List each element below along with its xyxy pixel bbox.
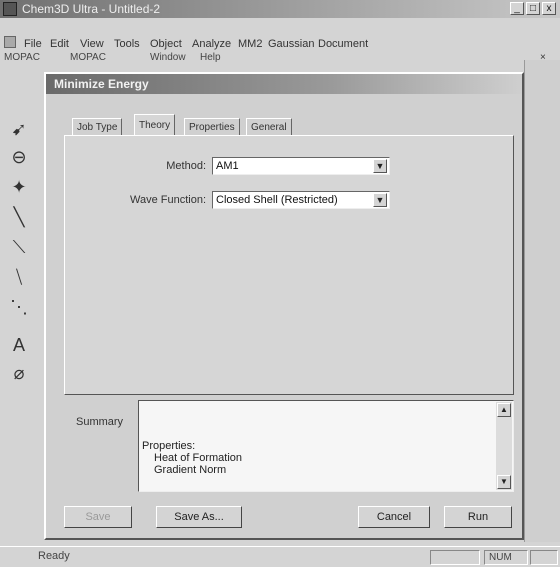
method-select[interactable]: AM1 [212,157,390,175]
menu-help[interactable]: Help [200,52,221,63]
summary-line: Properties: [142,440,196,452]
single-bond-icon[interactable]: ╲ [8,206,30,228]
tab-general[interactable]: General [246,118,292,136]
menu-file[interactable]: File [24,38,42,50]
menu-mopac[interactable]: MOPAC [4,52,40,63]
eraser-icon[interactable]: ⌀ [8,362,30,384]
menu-document[interactable]: Document [318,38,368,50]
menu-mopac-2[interactable]: MOPAC [70,52,106,63]
method-value: AM1 [216,160,239,172]
menu-analyze[interactable]: Analyze [192,38,231,50]
wave-function-select[interactable]: Closed Shell (Restricted) [212,191,390,209]
tab-theory[interactable]: Theory [134,114,176,136]
minimize-button[interactable]: _ [510,2,524,15]
method-dropdown-arrow-icon[interactable]: ▼ [373,159,387,173]
dialog-titlebar[interactable]: Minimize Energy [46,74,522,94]
dialog-title: Minimize Energy [54,77,149,91]
wave-function-label: Wave Function: [129,194,206,206]
num-lock-indicator: NUM [484,550,528,565]
menu-edit[interactable]: Edit [50,38,69,50]
status-pane-end [530,550,558,565]
select-arrow-icon[interactable]: ➹ [8,118,30,140]
close-button[interactable]: x [542,2,556,15]
app-icon[interactable] [3,2,17,16]
save-as-button[interactable]: Save As... [156,506,242,528]
app-title: Chem3D Ultra - Untitled-2 [22,2,161,16]
menu-object[interactable]: Object [150,38,182,50]
menu-mm2[interactable]: MM2 [238,38,262,50]
triple-bond-icon[interactable]: ⧹ [8,266,30,288]
double-bond-icon[interactable]: ⟍ [8,236,30,258]
tab-properties[interactable]: Properties [184,118,240,136]
menu-view[interactable]: View [80,38,104,50]
menu-tools[interactable]: Tools [114,38,140,50]
right-panel-edge [524,60,560,542]
wave-function-dropdown-arrow-icon[interactable]: ▼ [373,193,387,207]
status-pane-empty [430,550,480,565]
summary-line: Heat of Formation [154,452,243,464]
menu-window[interactable]: Window [150,52,186,63]
maximize-button[interactable]: □ [526,2,540,15]
cancel-button[interactable]: Cancel [358,506,430,528]
summary-line: Gradient Norm [154,464,227,476]
status-text: Ready [38,550,70,562]
scroll-up-icon[interactable]: ▲ [497,403,511,417]
tab-job-type[interactable]: Job Type [72,118,123,136]
rotate-icon[interactable]: ⊖ [8,146,30,168]
save-button[interactable]: Save [64,506,132,528]
dashed-bond-icon[interactable]: ⋱ [8,296,30,318]
run-button[interactable]: Run [444,506,512,528]
wave-function-value: Closed Shell (Restricted) [216,194,338,206]
text-icon[interactable]: A [8,334,30,356]
menu-gaussian[interactable]: Gaussian [268,38,314,50]
method-label: Method: [166,160,206,172]
summary-label: Summary [76,416,124,428]
move-icon[interactable]: ✦ [8,176,30,198]
doc-icon[interactable] [4,36,16,48]
scroll-down-icon[interactable]: ▼ [497,475,511,489]
app-titlebar: Chem3D Ultra - Untitled-2 [0,0,560,18]
